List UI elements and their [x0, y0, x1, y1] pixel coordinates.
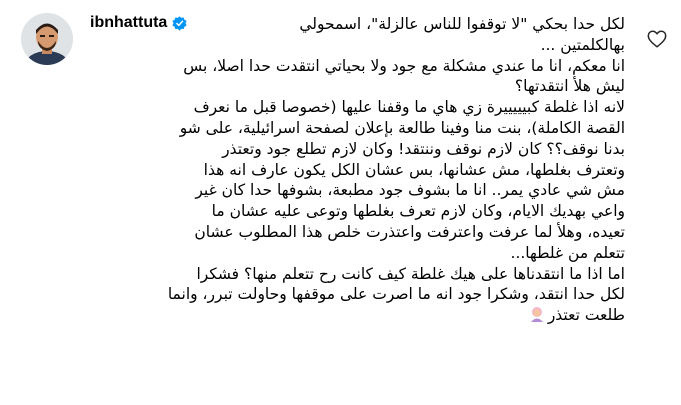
comment-line: اما اذا ما انتقدناها على هيك غلطة كيف كا… [196, 264, 625, 283]
comment-line: طلعت تعتذر [547, 306, 625, 325]
comment-line: تتعلم من غلطها... [510, 243, 625, 262]
comment-line: القصة الكاملة)، بنت منا وفينا طالعة بإعل… [179, 118, 625, 137]
comment-line: لكل حدا بحكي "لا توقفوا للناس عالزلة"، ا… [299, 15, 625, 33]
like-button[interactable] [646, 28, 668, 50]
avatar[interactable] [21, 13, 73, 65]
verified-badge-icon [172, 15, 187, 31]
comment-line: انا معكم، انا ما عندي مشكلة مع جود ولا ب… [183, 56, 625, 75]
comment-line: لكل حدا انتقد، وشكرا جود انه ما اصرت على… [167, 285, 625, 304]
comment-line: ليش هلأ انتقدتها؟ [514, 77, 625, 96]
comment-body: لكل حدا بحكي "لا توقفوا للناس عالزلة"، ا… [90, 14, 625, 326]
comment-item: ibnhattuta لكل حدا بحكي "لا توقفوا للناس… [0, 0, 681, 405]
comment-line-last: طلعت تعتذر [90, 305, 625, 326]
username[interactable]: ibnhattuta [90, 14, 167, 32]
comment-line: مش شي عادي يمر.. انا ما بشوف جود مطبعة، … [195, 181, 625, 200]
comment-line: لانه اذا غلطة كبيييييرة زي هاي ما وقفنا … [193, 98, 625, 117]
heart-icon [647, 30, 667, 48]
comment-line: بهالكلمتين ... [540, 35, 625, 54]
woman-bowing-emoji [529, 306, 545, 323]
comment-line: واعي بهديك الايام، وكان لازم تعرف بغلطها… [211, 202, 625, 221]
avatar-image [21, 13, 73, 65]
comment-line: تعيده، وهلأ لما عرفت واعترفت واعتذرت خلص… [194, 222, 625, 241]
comment-line: وتعترف بغلطها، مش عشانها، بس عشان الكل ي… [203, 160, 625, 179]
comment-content: ibnhattuta لكل حدا بحكي "لا توقفوا للناس… [90, 12, 625, 326]
comment-line: بدنا نوقف؟؟ كان لازم نوقف وننتقد! وكان ل… [222, 139, 625, 158]
